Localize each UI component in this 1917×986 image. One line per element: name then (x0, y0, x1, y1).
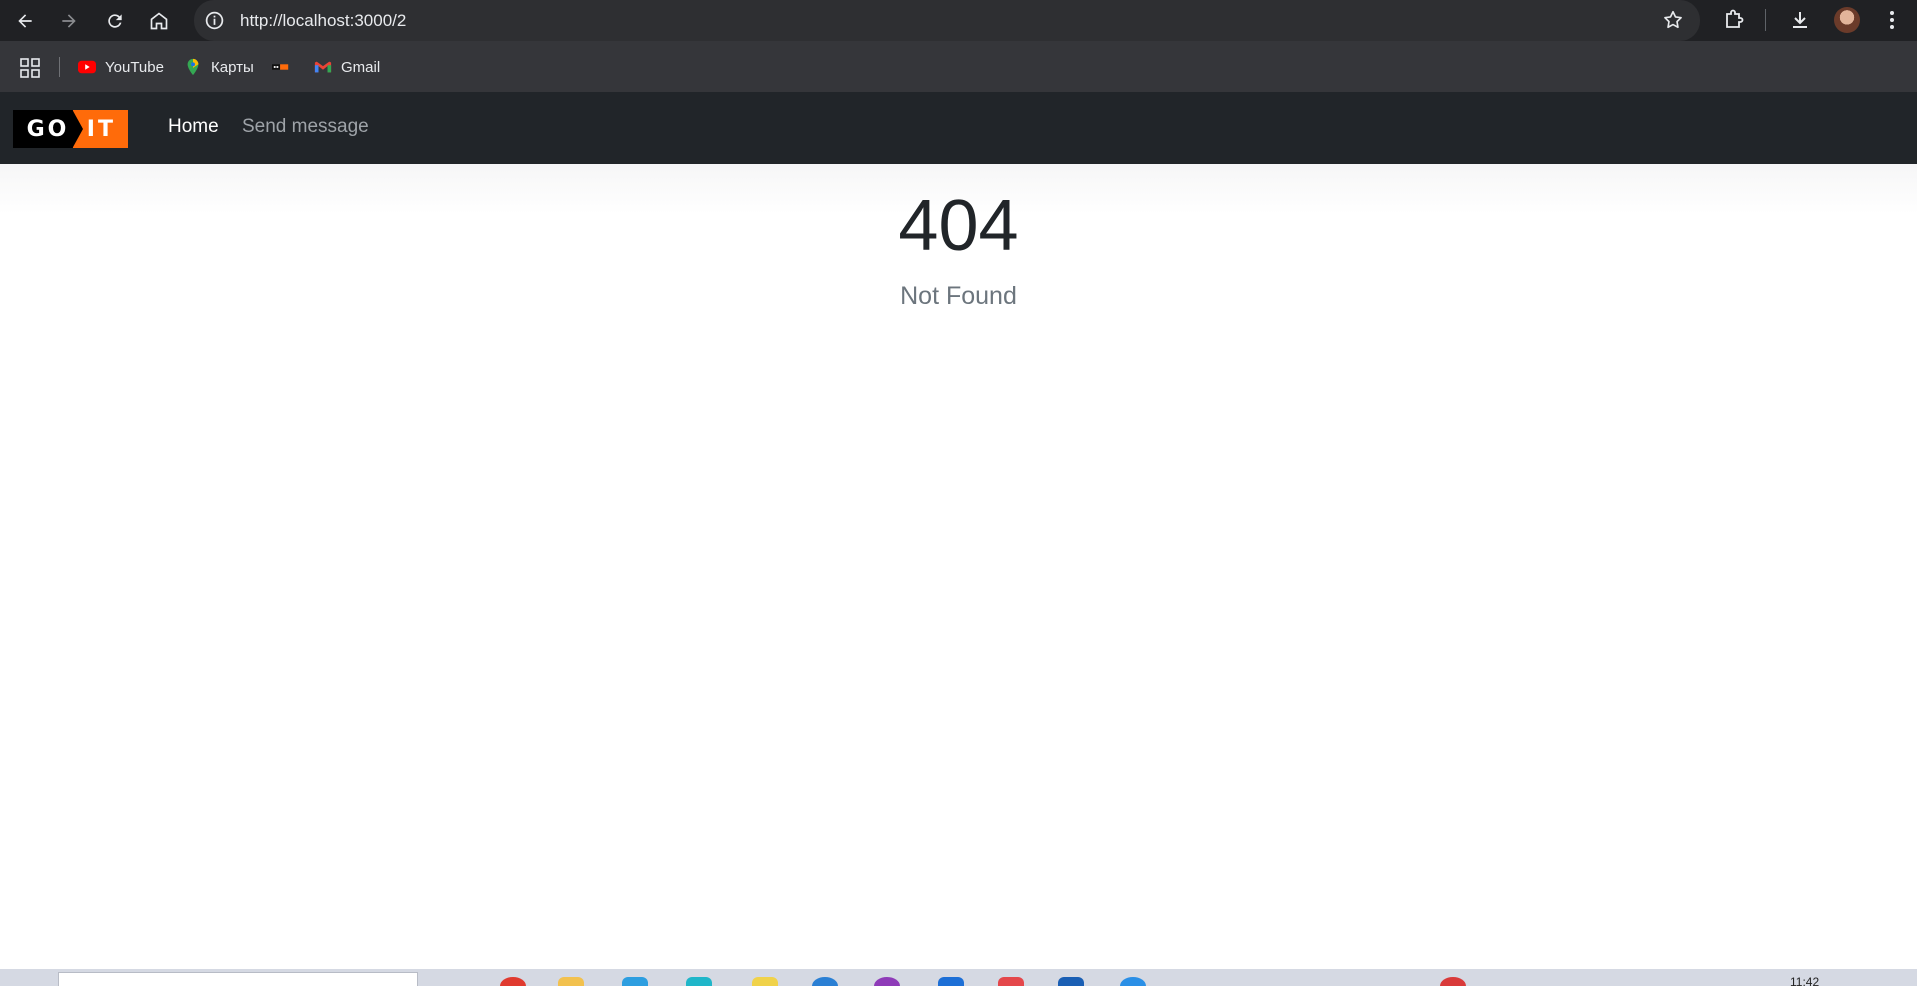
taskbar-app-icon[interactable] (686, 977, 712, 986)
back-button[interactable] (8, 4, 42, 38)
bookmark-label: YouTube (105, 58, 164, 76)
taskbar-app-icon[interactable] (1058, 977, 1084, 986)
bookmark-maps[interactable]: Карты (184, 57, 254, 77)
logo-go: GO (13, 110, 83, 148)
taskbar-app-icon[interactable] (500, 977, 526, 986)
taskbar-app-icon[interactable] (558, 977, 584, 986)
bookmark-gmail[interactable]: Gmail (314, 57, 380, 77)
error-message: Not Found (900, 282, 1017, 310)
maps-icon (187, 58, 199, 76)
youtube-icon (78, 60, 96, 74)
arrow-left-icon (18, 14, 32, 28)
bookmark-label: Карты (211, 58, 254, 76)
more-menu-icon[interactable] (1880, 8, 1904, 32)
address-bar[interactable]: http://localhost:3000/2 (194, 0, 1700, 41)
home-icon (150, 12, 168, 30)
site-info-icon[interactable] (204, 10, 225, 31)
home-button[interactable] (142, 4, 176, 38)
taskbar-app-icon[interactable] (752, 977, 778, 986)
taskbar-clock[interactable]: 11:42 (1790, 975, 1819, 986)
os-taskbar: 11:42 (0, 969, 1917, 986)
arrow-right-icon (62, 14, 76, 28)
bookmark-label: Gmail (341, 58, 381, 76)
bookmark-star-icon[interactable] (1662, 9, 1684, 31)
extensions-icon[interactable] (1722, 8, 1746, 32)
forward-button[interactable] (52, 4, 86, 38)
gmail-icon (314, 61, 332, 73)
taskbar-app-icon[interactable] (1440, 977, 1466, 986)
bookmark-youtube[interactable]: YouTube (78, 57, 164, 77)
taskbar-app-icon[interactable] (874, 977, 900, 986)
goit-logo[interactable]: GO IT (13, 110, 138, 148)
main-content: 404 Not Found (0, 164, 1917, 969)
taskbar-app-icon[interactable] (1120, 977, 1146, 986)
bookmarks-divider (59, 57, 60, 77)
bookmarks-bar: YouTube Карты Gmail (0, 41, 1917, 92)
download-icon[interactable] (1788, 8, 1812, 32)
nav-home-link[interactable]: Home (168, 116, 219, 138)
browser-toolbar: http://localhost:3000/2 (0, 0, 1917, 41)
reload-button[interactable] (98, 4, 132, 38)
url-text[interactable]: http://localhost:3000/2 (240, 11, 406, 31)
app-navbar: GO IT Home Send message (0, 92, 1917, 164)
nav-send-message-link[interactable]: Send message (242, 116, 369, 138)
taskbar-app-icon[interactable] (998, 977, 1024, 986)
taskbar-app-icon[interactable] (812, 977, 838, 986)
taskbar-app-icon[interactable] (622, 977, 648, 986)
error-code: 404 (898, 186, 1019, 266)
profile-avatar[interactable] (1834, 7, 1860, 33)
taskbar-app-icon[interactable] (938, 977, 964, 986)
apps-grid-icon[interactable] (20, 58, 40, 78)
taskbar-search-box[interactable] (58, 972, 418, 986)
bookmark-favicon-icon (272, 64, 289, 70)
reload-icon (108, 14, 122, 28)
bookmark-site[interactable] (272, 57, 290, 77)
toolbar-divider (1765, 9, 1766, 31)
